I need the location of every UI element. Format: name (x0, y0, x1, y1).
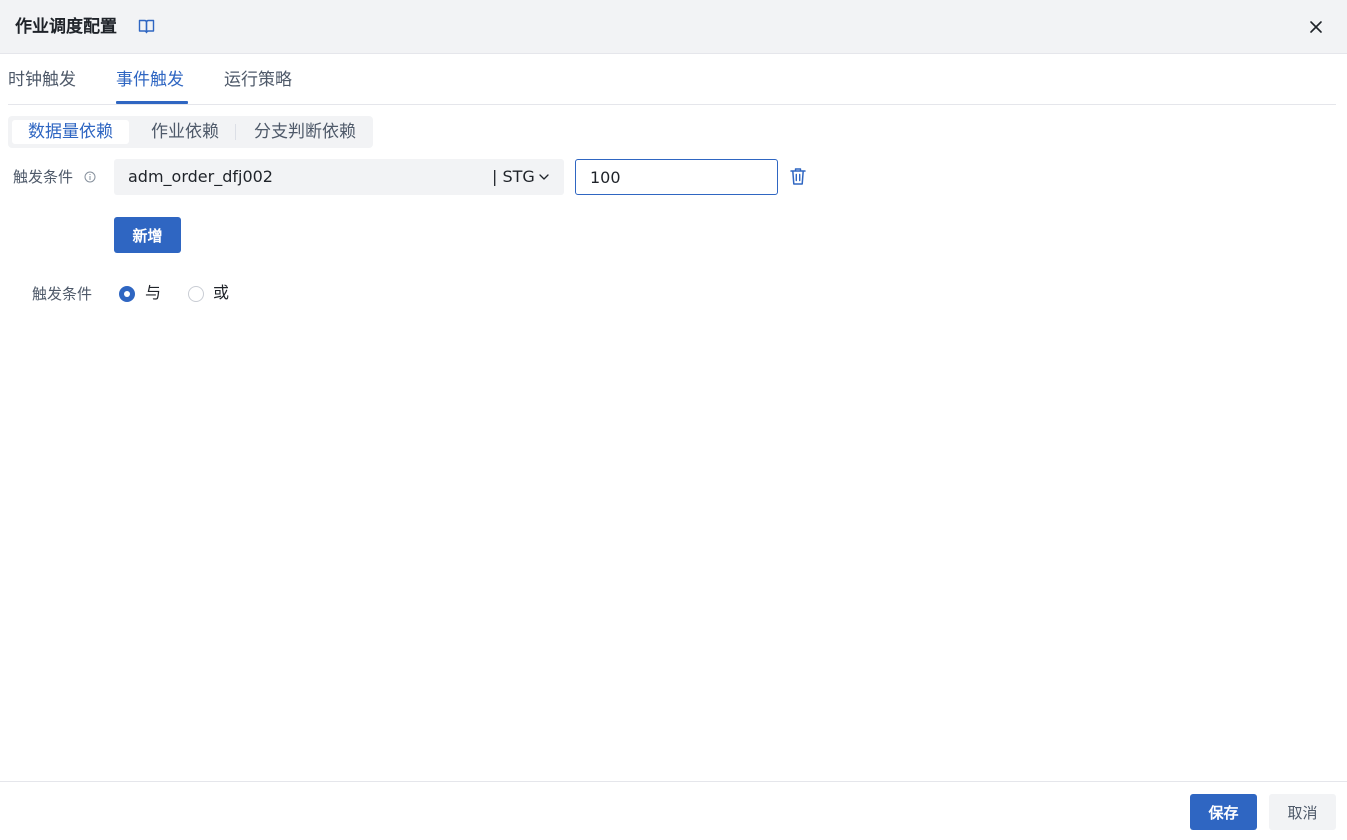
dependency-type-segment: 数据量依赖 作业依赖 分支判断依赖 (8, 116, 373, 148)
tab-event-trigger[interactable]: 事件触发 (116, 68, 184, 92)
active-tab-indicator (116, 101, 188, 104)
save-button[interactable]: 保存 (1190, 794, 1257, 830)
tab-run-strategy[interactable]: 运行策略 (224, 68, 292, 92)
job-schedule-dialog: 作业调度配置 时钟触发 事件触发 运行策略 数据量依赖 作业依赖 分支判断依赖 … (0, 0, 1347, 840)
table-select-value: adm_order_dfj002 (128, 167, 273, 186)
segment-job-dependency[interactable]: 作业依赖 (137, 120, 233, 144)
layer-suffix: | STG (492, 167, 535, 186)
chevron-down-icon (539, 174, 549, 180)
radio-or[interactable] (188, 286, 204, 302)
table-select[interactable]: adm_order_dfj002 | STG (114, 159, 564, 195)
book-icon[interactable] (138, 18, 155, 35)
dialog-title: 作业调度配置 (15, 17, 117, 37)
info-circle-icon[interactable] (84, 171, 96, 183)
radio-or-label[interactable]: 或 (213, 283, 229, 303)
segment-data-volume[interactable]: 数据量依赖 (12, 120, 129, 144)
radio-and[interactable] (119, 286, 135, 302)
cancel-button[interactable]: 取消 (1269, 794, 1336, 830)
segment-divider (235, 124, 236, 140)
main-tabs: 时钟触发 事件触发 运行策略 (8, 54, 1336, 105)
dialog-header: 作业调度配置 (0, 0, 1347, 54)
logic-condition-label: 触发条件 (32, 285, 93, 303)
threshold-input[interactable] (575, 159, 778, 195)
trigger-condition-label: 触发条件 (13, 168, 74, 186)
tab-clock-trigger[interactable]: 时钟触发 (8, 68, 76, 92)
add-condition-button[interactable]: 新增 (114, 217, 181, 253)
radio-and-label[interactable]: 与 (145, 283, 161, 303)
segment-branch-dependency[interactable]: 分支判断依赖 (241, 120, 369, 144)
dialog-footer: 保存 取消 (0, 781, 1347, 840)
close-icon[interactable] (1309, 20, 1323, 34)
trash-icon[interactable] (789, 167, 807, 186)
